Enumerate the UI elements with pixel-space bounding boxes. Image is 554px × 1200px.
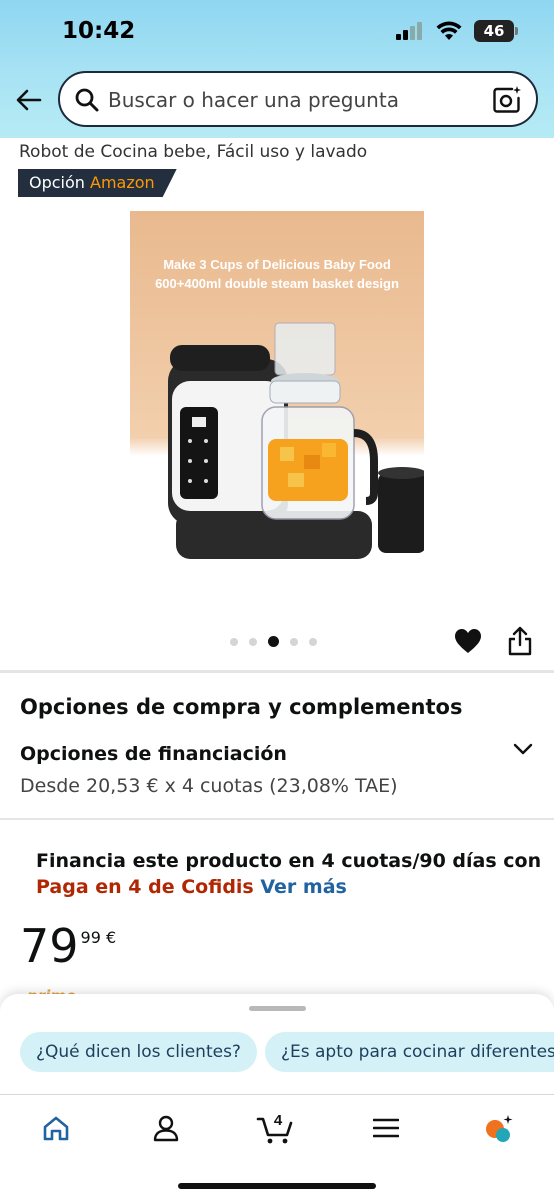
- status-time: 10:42: [62, 18, 136, 44]
- suggestion-chip[interactable]: ¿Es apto para cocinar diferentes aliment…: [264, 1032, 554, 1072]
- product-title[interactable]: Robot de Cocina bebe, Fácil uso y lavado: [19, 142, 367, 162]
- carousel-dot[interactable]: [230, 637, 238, 646]
- tab-home[interactable]: [36, 1111, 76, 1145]
- search-placeholder: Buscar o hacer una pregunta: [108, 88, 399, 112]
- product-image[interactable]: Make 3 Cups of Delicious Baby Food 600+4…: [130, 211, 424, 588]
- search-icon: [75, 88, 99, 112]
- section-divider: [0, 670, 554, 673]
- suggestion-chips: ¿Qué dicen los clientes? ¿Es apto para c…: [20, 1032, 554, 1072]
- cofidis-pay-in-4: Paga en 4 de Cofidis: [36, 876, 254, 898]
- battery-indicator: 46: [474, 20, 518, 42]
- wifi-icon: [436, 21, 462, 40]
- financing-options-summary: Desde 20,53 € x 4 cuotas (23,08% TAE): [20, 775, 398, 797]
- cofidis-financing-text: Financia este producto en 4 cuotas/90 dí…: [36, 850, 542, 872]
- cart-icon: 4: [256, 1112, 293, 1144]
- sheet-grabber[interactable]: [249, 1006, 306, 1011]
- badge-accent: Amazon: [90, 173, 155, 192]
- tab-rufus-assistant[interactable]: [478, 1111, 518, 1145]
- home-icon: [43, 1116, 69, 1141]
- status-icons: 46: [396, 20, 518, 42]
- amazon-choice-badge: Opción Amazon: [18, 169, 177, 197]
- menu-icon: [373, 1118, 399, 1138]
- app-header: 10:42 46 Buscar o hacer una pregunta: [0, 0, 554, 138]
- carousel-dot[interactable]: [290, 637, 298, 646]
- tab-account[interactable]: [146, 1111, 186, 1145]
- camera-search-icon[interactable]: [492, 85, 522, 115]
- price-fraction: 99 €: [80, 928, 117, 947]
- carousel-dot-active[interactable]: [268, 636, 279, 647]
- product-price: 79 99 €: [20, 920, 116, 972]
- price-whole: 79: [20, 919, 79, 973]
- account-icon: [153, 1115, 179, 1142]
- heart-icon[interactable]: [454, 628, 482, 654]
- cofidis-financing-line: Paga en 4 de Cofidis Ver más: [36, 876, 347, 898]
- share-icon[interactable]: [507, 626, 533, 656]
- cofidis-see-more-link[interactable]: Ver más: [260, 876, 346, 898]
- carousel-dot[interactable]: [309, 637, 317, 646]
- carousel-dot[interactable]: [249, 637, 257, 646]
- image-caption-2: 600+400ml double steam basket design: [155, 276, 399, 291]
- financing-options-title[interactable]: Opciones de financiación: [20, 743, 287, 765]
- tab-menu[interactable]: [366, 1111, 406, 1145]
- tab-cart[interactable]: 4: [254, 1111, 298, 1145]
- cart-count: 4: [274, 1112, 283, 1129]
- image-caption-1: Make 3 Cups of Delicious Baby Food: [163, 257, 391, 272]
- home-indicator: [178, 1183, 376, 1189]
- badge-prefix: Opción: [29, 173, 85, 192]
- section-divider: [0, 818, 554, 820]
- chevron-down-icon[interactable]: [512, 741, 534, 757]
- rufus-assistant-icon: [486, 1115, 513, 1142]
- back-arrow-icon[interactable]: [14, 86, 44, 114]
- search-input[interactable]: Buscar o hacer una pregunta: [58, 71, 538, 127]
- purchase-options-heading: Opciones de compra y complementos: [20, 695, 463, 719]
- image-carousel-dots[interactable]: [230, 636, 317, 647]
- suggestion-chip[interactable]: ¿Qué dicen los clientes?: [20, 1032, 257, 1072]
- cellular-signal-icon: [396, 22, 422, 40]
